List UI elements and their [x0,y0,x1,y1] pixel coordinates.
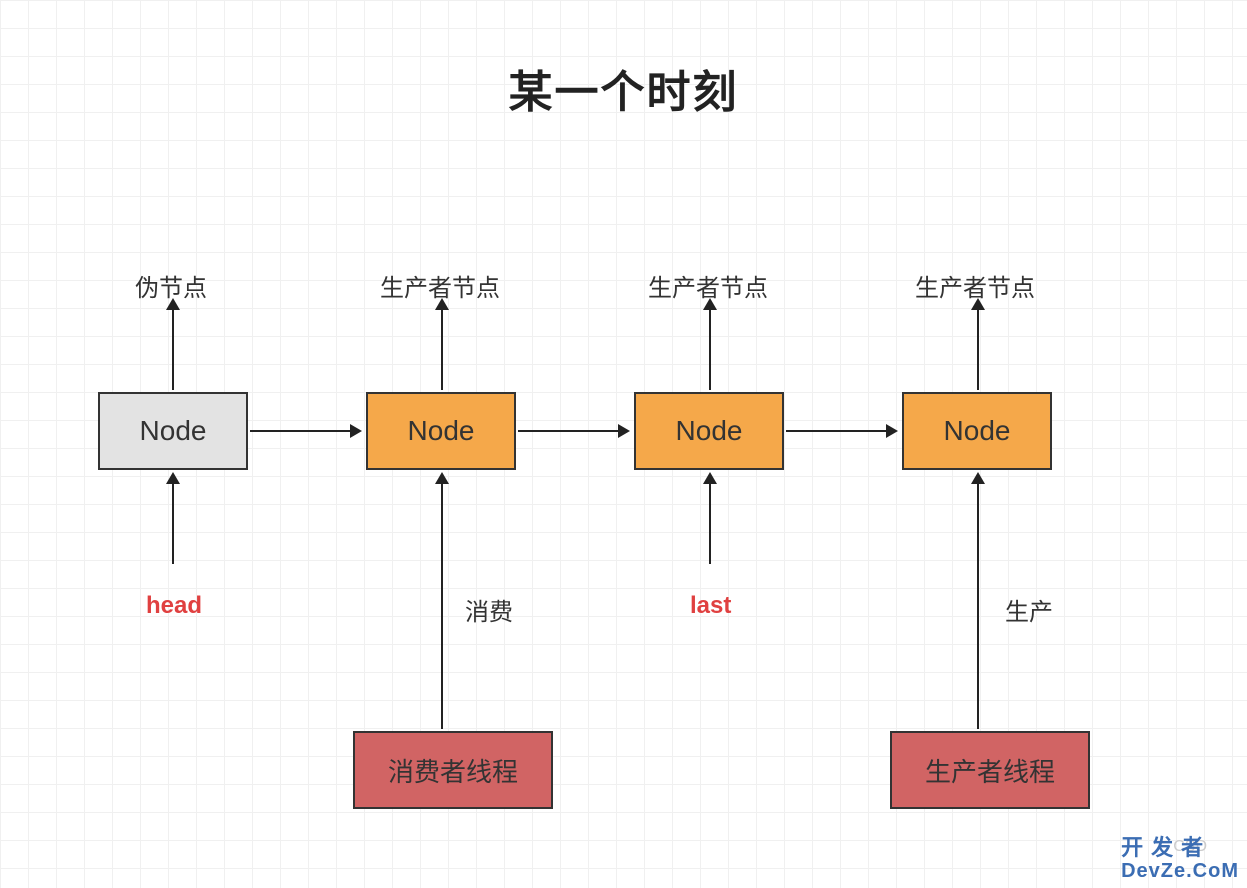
watermark-line1: 开发者 [1121,836,1239,860]
producer-thread-box: 生产者线程 [890,731,1090,809]
label-consume: 消费 [465,592,513,627]
arrow-n2-n3 [518,430,618,432]
node-1-label: Node [140,415,207,447]
node-3-last: Node [634,392,784,470]
label-produce: 生产 [1005,592,1053,627]
node-2: Node [366,392,516,470]
producer-thread-label: 生产者线程 [925,752,1055,789]
node-3-label: Node [676,415,743,447]
arrow-n3-n4 [786,430,886,432]
arrow-node3-up [709,310,711,390]
consumer-thread-box: 消费者线程 [353,731,553,809]
consumer-thread-label: 消费者线程 [388,752,518,789]
arrow-n1-n2 [250,430,350,432]
arrow-last-to-n3 [709,484,711,564]
arrow-head-to-n1 [172,484,174,564]
arrow-node1-up [172,310,174,390]
diagram-canvas: 某一个时刻 伪节点 生产者节点 生产者节点 生产者节点 Node Node No… [0,0,1247,888]
arrow-node4-up [977,310,979,390]
node-4: Node [902,392,1052,470]
label-head: head [146,592,202,620]
node-4-label: Node [944,415,1011,447]
arrow-node2-up [441,310,443,390]
node-1-head: Node [98,392,248,470]
node-2-label: Node [408,415,475,447]
diagram-title: 某一个时刻 [509,56,739,120]
watermark-line2: DevZe.CoM [1121,860,1239,882]
watermark: 开发者 DevZe.CoM [1121,836,1239,882]
arrow-consumer-to-n2 [441,484,443,729]
arrow-producer-to-n4 [977,484,979,729]
label-last: last [690,592,731,620]
